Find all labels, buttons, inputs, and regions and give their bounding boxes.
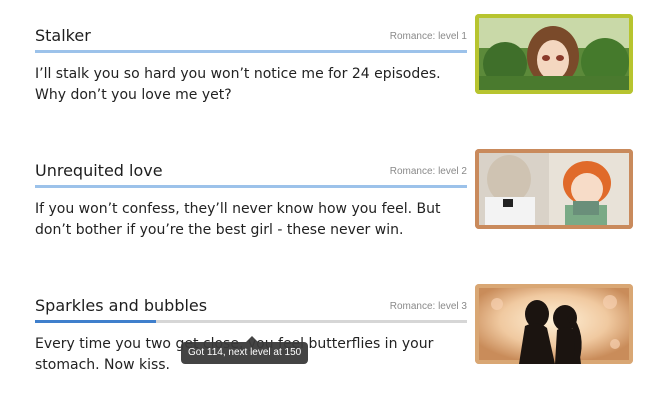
progress-bar[interactable] bbox=[35, 50, 467, 53]
achievement-level: Romance: level 2 bbox=[389, 166, 467, 177]
achievement-title: Unrequited love bbox=[35, 161, 163, 180]
achievement-title: Sparkles and bubbles bbox=[35, 296, 208, 315]
progress-bar-fill bbox=[35, 185, 467, 188]
progress-tooltip: Got 114, next level at 150 bbox=[181, 336, 309, 364]
achievement-thumbnail bbox=[475, 149, 633, 229]
progress-bar[interactable] bbox=[35, 320, 467, 323]
achievement-title: Stalker bbox=[35, 26, 91, 45]
achievement-level: Romance: level 3 bbox=[389, 301, 467, 312]
progress-bar-fill bbox=[35, 50, 467, 53]
achievement-thumbnail bbox=[475, 14, 633, 94]
achievement-thumbnail bbox=[475, 284, 633, 364]
anime-couple-image bbox=[475, 149, 633, 229]
achievement-level: Romance: level 1 bbox=[389, 31, 467, 42]
achievement-description: I’ll stalk you so hard you won’t notice … bbox=[35, 66, 441, 103]
progress-bar[interactable] bbox=[35, 185, 467, 188]
progress-bar-fill bbox=[35, 320, 156, 323]
achievement-description: If you won’t confess, they’ll never know… bbox=[35, 201, 441, 238]
anime-girl-bushes-image bbox=[475, 14, 633, 94]
silhouette-kiss-image bbox=[475, 284, 633, 364]
